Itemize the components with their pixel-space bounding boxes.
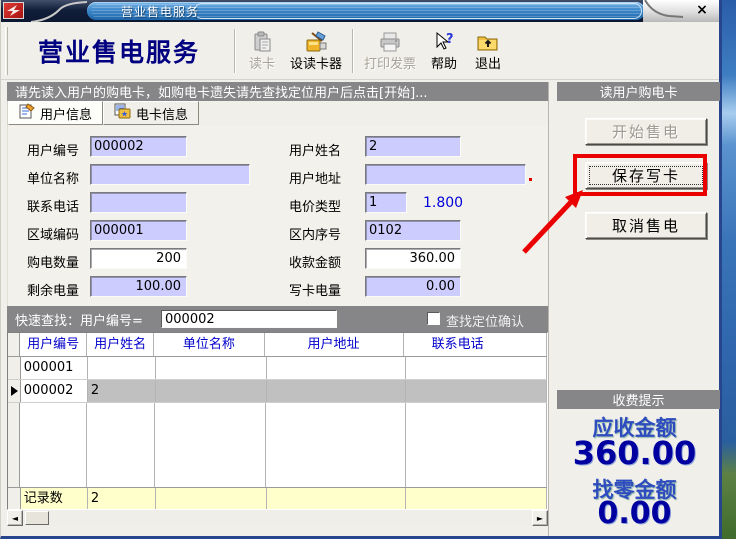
locate-confirm-checkbox[interactable]	[427, 312, 440, 325]
page-title: 营业售电服务	[8, 33, 230, 69]
read-card-button: 读卡	[240, 25, 284, 77]
exit-label: 退出	[475, 53, 501, 72]
user-info-form: 用户编号 用户姓名 单位名称 用户地址 联系电话 电价类型 1.800 区域编码…	[7, 126, 548, 306]
row-indicator-header	[8, 333, 20, 356]
exit-icon	[476, 29, 500, 53]
price-rate-value: 1.800	[423, 195, 463, 211]
purchase-qty-field[interactable]	[90, 248, 187, 269]
help-button[interactable]: ? 帮助	[422, 25, 466, 77]
receivable-amount-value: 360.00	[549, 434, 720, 472]
org-name-label: 单位名称	[27, 168, 79, 187]
quick-search-label: 快速查找：用户编号=	[15, 310, 143, 329]
price-type-label: 电价类型	[289, 196, 341, 215]
tab-strip: 用户信息 电卡信息	[7, 101, 548, 126]
address-label: 用户地址	[289, 168, 341, 187]
price-type-field[interactable]	[365, 192, 407, 213]
region-code-field[interactable]	[90, 220, 187, 241]
close-icon[interactable]: ×	[694, 2, 710, 19]
print-invoice-label: 打印发票	[364, 53, 416, 72]
user-name-field[interactable]	[365, 136, 461, 157]
table-header-row: 用户编号 用户姓名 单位名称 用户地址 联系电话	[8, 333, 547, 357]
toolbar-separator	[234, 29, 236, 73]
print-invoice-button: 打印发票	[358, 25, 422, 77]
horizontal-scrollbar[interactable]: ◄ ►	[7, 510, 548, 526]
set-reader-label: 设读卡器	[290, 53, 342, 72]
table-row-selected[interactable]: 000002 2	[8, 380, 547, 403]
amount-received-label: 收款金额	[289, 252, 341, 271]
exit-button[interactable]: 退出	[466, 25, 510, 77]
phone-field[interactable]	[90, 192, 187, 213]
read-card-icon	[251, 29, 273, 53]
user-table: 用户编号 用户姓名 单位名称 用户地址 联系电话 000001 000002 2	[7, 332, 548, 510]
address-field[interactable]	[365, 164, 526, 185]
app-window: 营业售电服务 × 营业售电服务 读卡 设读卡器 打印发票	[0, 0, 722, 539]
scroll-right-icon[interactable]: ►	[532, 510, 548, 526]
card-info-icon	[114, 103, 131, 123]
start-sale-button: 开始售电	[585, 118, 707, 145]
region-code-label: 区域编码	[27, 224, 79, 243]
table-empty-area	[8, 403, 547, 487]
user-id-label: 用户编号	[27, 140, 79, 159]
svg-text:?: ?	[446, 32, 454, 47]
purchase-qty-label: 购电数量	[27, 252, 79, 271]
focus-rectangle	[589, 166, 703, 185]
save-write-card-button[interactable]: 保存写卡	[585, 162, 707, 189]
window-title: 营业售电服务	[121, 3, 199, 20]
table-footer-row: 记录数 2	[8, 487, 547, 509]
tab-card-info-label: 电卡信息	[136, 104, 188, 123]
read-card-panel-header: 读用户购电卡	[557, 82, 720, 101]
phone-label: 联系电话	[27, 196, 79, 215]
amount-received-field[interactable]	[365, 248, 461, 269]
user-id-field[interactable]	[90, 136, 187, 157]
col-org-name[interactable]: 单位名称	[154, 333, 264, 356]
current-row-marker-icon	[11, 386, 18, 396]
fee-panel-header: 收费提示	[557, 390, 720, 409]
remaining-power-field[interactable]	[90, 276, 187, 297]
help-label: 帮助	[431, 53, 457, 72]
scrollbar-thumb[interactable]	[25, 511, 49, 525]
help-icon: ?	[433, 29, 455, 53]
record-count-label: 记录数	[21, 488, 88, 509]
toolbar-separator	[352, 29, 354, 73]
serial-no-field[interactable]	[365, 220, 461, 241]
remaining-power-label: 剩余电量	[27, 280, 79, 299]
set-reader-button[interactable]: 设读卡器	[284, 25, 348, 77]
col-phone[interactable]: 联系电话	[404, 333, 547, 356]
titlebar: 营业售电服务 ×	[1, 0, 719, 22]
quick-search-bar: 快速查找：用户编号= 查找定位确认	[7, 306, 548, 332]
tab-user-info-label: 用户信息	[40, 104, 92, 123]
change-amount-value: 0.00	[549, 496, 720, 531]
set-reader-icon	[304, 29, 328, 53]
serial-no-label: 区内序号	[289, 224, 341, 243]
print-invoice-icon	[378, 29, 402, 53]
read-card-label: 读卡	[249, 53, 275, 72]
user-name-label: 用户姓名	[289, 140, 341, 159]
tab-card-info[interactable]: 电卡信息	[103, 101, 199, 125]
col-user-name[interactable]: 用户姓名	[87, 333, 154, 356]
quick-search-input[interactable]	[161, 310, 337, 328]
card-power-field[interactable]	[365, 276, 461, 297]
org-name-field[interactable]	[90, 164, 250, 185]
locate-confirm-label: 查找定位确认	[446, 311, 524, 330]
col-address[interactable]: 用户地址	[265, 333, 404, 356]
card-power-label: 写卡电量	[289, 280, 341, 299]
prompt-bar: 请先读入用户的购电卡，如购电卡遗失请先查找定位用户后点击[开始]...	[7, 82, 548, 101]
card-operation-panel: 读用户购电卡 开始售电 保存写卡 取消售电 收费提示 应收金额 360.00 找…	[548, 82, 719, 536]
user-info-icon	[19, 103, 35, 123]
scroll-left-icon[interactable]: ◄	[7, 510, 23, 526]
toolbar: 营业售电服务 读卡 设读卡器 打印发票 ? 帮助	[1, 22, 719, 80]
titlebar-swoosh	[1, 0, 91, 22]
record-count-value: 2	[88, 488, 156, 509]
table-row[interactable]: 000001	[8, 357, 547, 380]
cancel-sale-button[interactable]: 取消售电	[585, 212, 707, 239]
required-dot	[529, 178, 532, 181]
col-user-id[interactable]: 用户编号	[20, 333, 87, 356]
tab-user-info[interactable]: 用户信息	[8, 101, 103, 125]
